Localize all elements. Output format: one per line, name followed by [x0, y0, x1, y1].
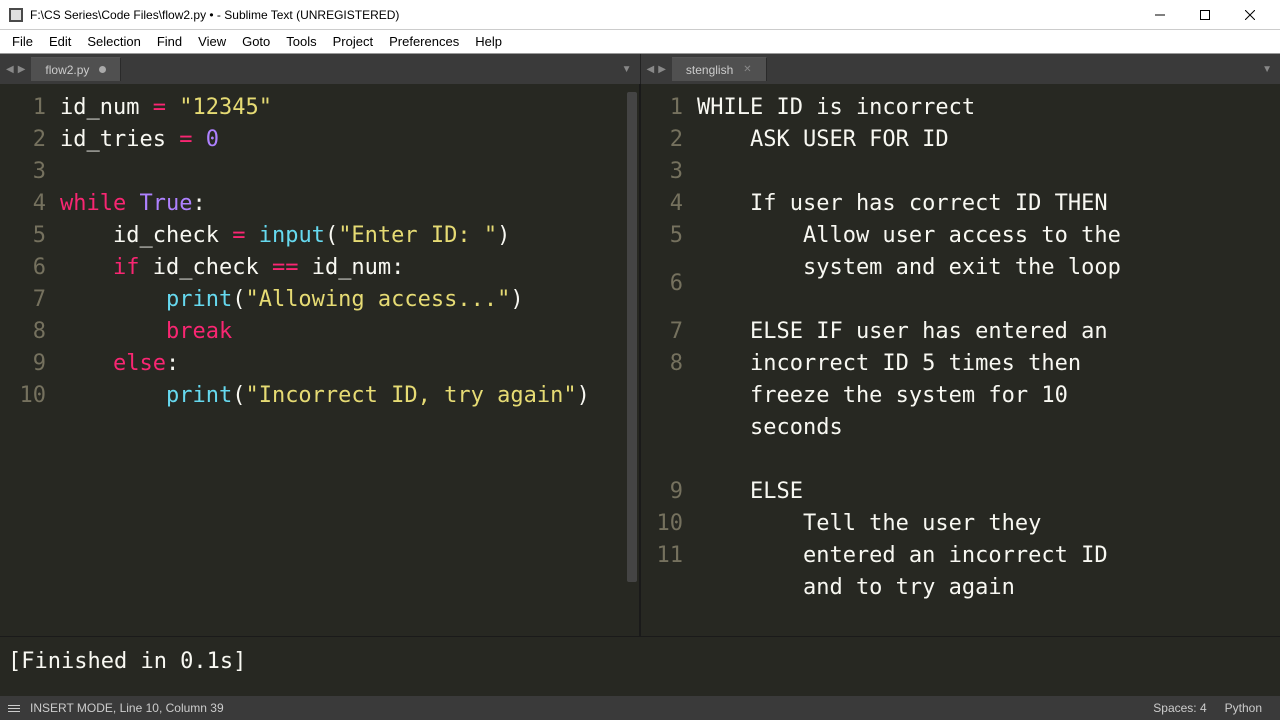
back-icon[interactable]: ◀ [6, 64, 14, 75]
editor-area: 1 2 3 4 5 6 7 8 9 10 id_num = "12345" id… [0, 84, 1280, 636]
forward-icon[interactable]: ▶ [18, 64, 26, 75]
nav-arrows-right: ◀ ▶ [641, 64, 672, 75]
maximize-button[interactable] [1182, 0, 1227, 30]
right-gutter: 1 2 3 4 5 6 7 8 9 10 11 [641, 84, 693, 636]
tabs-dropdown-icon[interactable]: ▼ [1262, 64, 1272, 75]
menu-project[interactable]: Project [325, 32, 381, 51]
panel-switcher-icon[interactable] [8, 705, 20, 712]
status-spaces[interactable]: Spaces: 4 [1153, 701, 1206, 715]
close-button[interactable] [1227, 0, 1272, 30]
tab-label: flow2.py [45, 63, 89, 77]
left-editor[interactable]: id_num = "12345" id_tries = 0 while True… [56, 84, 639, 636]
window-title: F:\CS Series\Code Files\flow2.py • - Sub… [30, 8, 1137, 22]
menu-edit[interactable]: Edit [41, 32, 79, 51]
title-bar: F:\CS Series\Code Files\flow2.py • - Sub… [0, 0, 1280, 30]
tab-label: stenglish [686, 63, 733, 77]
app-icon [8, 7, 24, 23]
build-output: [Finished in 0.1s] [0, 636, 1280, 696]
minimize-button[interactable] [1137, 0, 1182, 30]
menu-find[interactable]: Find [149, 32, 190, 51]
tab-stenglish[interactable]: stenglish ✕ [672, 57, 767, 81]
console-text: [Finished in 0.1s] [8, 649, 246, 674]
left-gutter: 1 2 3 4 5 6 7 8 9 10 [0, 84, 56, 636]
right-pane: 1 2 3 4 5 6 7 8 9 10 11 WHILE ID is inco… [641, 84, 1280, 636]
back-icon[interactable]: ◀ [647, 64, 655, 75]
status-mode[interactable]: INSERT MODE, Line 10, Column 39 [30, 701, 224, 715]
window-controls [1137, 0, 1272, 30]
menu-help[interactable]: Help [467, 32, 510, 51]
menu-preferences[interactable]: Preferences [381, 32, 467, 51]
right-editor[interactable]: WHILE ID is incorrect ASK USER FOR ID If… [693, 84, 1280, 636]
right-tab-bar: ◀ ▶ stenglish ✕ ▼ [641, 54, 1280, 84]
scrollbar[interactable] [627, 92, 637, 582]
forward-icon[interactable]: ▶ [658, 64, 666, 75]
menu-bar: File Edit Selection Find View Goto Tools… [0, 30, 1280, 54]
nav-arrows-left: ◀ ▶ [0, 64, 31, 75]
menu-selection[interactable]: Selection [79, 32, 148, 51]
left-tab-bar: ◀ ▶ flow2.py ▼ [0, 54, 641, 84]
close-icon[interactable]: ✕ [743, 64, 751, 75]
tab-flow2[interactable]: flow2.py [31, 57, 121, 81]
dirty-indicator-icon [99, 66, 106, 73]
menu-view[interactable]: View [190, 32, 234, 51]
left-pane: 1 2 3 4 5 6 7 8 9 10 id_num = "12345" id… [0, 84, 641, 636]
menu-file[interactable]: File [4, 32, 41, 51]
menu-tools[interactable]: Tools [278, 32, 324, 51]
status-language[interactable]: Python [1225, 701, 1262, 715]
tab-bar-row: ◀ ▶ flow2.py ▼ ◀ ▶ stenglish ✕ ▼ [0, 54, 1280, 84]
status-bar: INSERT MODE, Line 10, Column 39 Spaces: … [0, 696, 1280, 720]
tabs-dropdown-icon[interactable]: ▼ [622, 64, 632, 75]
menu-goto[interactable]: Goto [234, 32, 278, 51]
